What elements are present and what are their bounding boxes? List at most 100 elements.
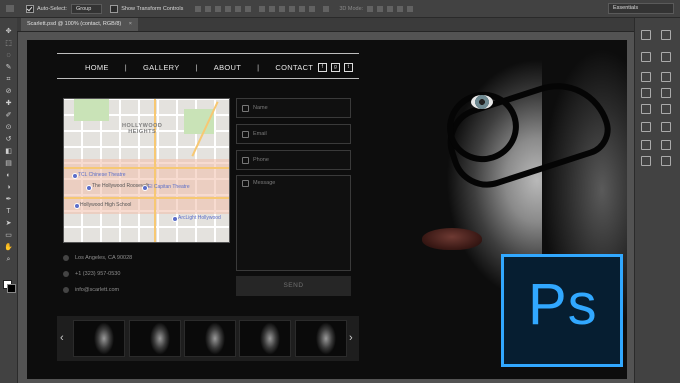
nav-bottom-rule xyxy=(57,78,359,79)
close-icon[interactable]: × xyxy=(129,21,132,27)
rectangle-icon[interactable]: ▭ xyxy=(4,232,13,240)
lasso-icon[interactable]: ◌ xyxy=(4,52,13,60)
nav-about[interactable]: ABOUT xyxy=(214,63,241,72)
gallery-next-icon[interactable]: › xyxy=(349,332,353,344)
eyedropper-icon[interactable]: ⊘ xyxy=(4,88,13,96)
paragraph-panel-icon[interactable] xyxy=(641,88,651,98)
auto-select-checkbox[interactable] xyxy=(26,4,34,13)
move-icon[interactable]: ✥ xyxy=(4,28,13,36)
path-select-icon[interactable]: ➤ xyxy=(4,220,13,228)
align-bottom-icon[interactable] xyxy=(215,5,222,12)
map-road xyxy=(64,197,229,199)
layers-panel-icon[interactable] xyxy=(641,140,651,150)
auto-align-icon[interactable] xyxy=(323,5,330,12)
eraser-icon[interactable]: ◧ xyxy=(4,148,13,156)
3d-rotate-icon[interactable] xyxy=(367,5,374,12)
gradient-icon[interactable]: ▤ xyxy=(4,160,13,168)
character-panel-icon[interactable] xyxy=(641,72,651,82)
align-center-icon[interactable] xyxy=(235,5,242,12)
document-tab-title: Scarlett.psd @ 100% (contact, RGB/8) xyxy=(27,21,122,27)
type-icon[interactable]: T xyxy=(4,208,13,216)
document-canvas[interactable]: HOME | GALLERY | ABOUT | CONTACT f g t H… xyxy=(27,40,627,379)
email-text[interactable]: info@scarlett.com xyxy=(75,287,119,293)
distribute-bottom-icon[interactable] xyxy=(279,5,286,12)
auto-select-group[interactable]: Auto-Select: Group xyxy=(26,3,103,14)
history-brush-icon[interactable]: ↺ xyxy=(4,136,13,144)
gallery-thumbnail[interactable] xyxy=(239,320,291,357)
google-plus-icon[interactable]: g xyxy=(331,62,340,72)
brush-panel-icon[interactable] xyxy=(641,104,651,114)
photoshop-logo: Ps xyxy=(501,254,623,367)
distribute-top-icon[interactable] xyxy=(259,5,266,12)
adjustments-panel-icon[interactable] xyxy=(661,72,671,82)
nav-home[interactable]: HOME xyxy=(85,63,109,72)
distribute-right-icon[interactable] xyxy=(309,5,316,12)
3d-pan-icon[interactable] xyxy=(387,5,394,12)
3d-slide-icon[interactable] xyxy=(397,5,404,12)
send-button[interactable]: SEND xyxy=(236,276,351,296)
clone-stamp-icon[interactable]: ⊙ xyxy=(4,124,13,132)
phone-field[interactable]: Phone xyxy=(236,150,351,170)
libraries-panel-icon[interactable] xyxy=(661,104,671,114)
gallery-thumbnail[interactable] xyxy=(295,320,347,357)
document-tab[interactable]: Scarlett.psd @ 100% (contact, RGB/8) × xyxy=(21,18,138,31)
gallery-thumbnail[interactable] xyxy=(129,320,181,357)
pen-icon[interactable]: ✒ xyxy=(4,196,13,204)
actions-panel-icon[interactable] xyxy=(661,140,671,150)
auto-select-target-dropdown[interactable]: Group xyxy=(70,3,103,14)
healing-brush-icon[interactable]: ✚ xyxy=(4,100,13,108)
history-panel-icon[interactable] xyxy=(641,30,651,40)
message-placeholder: Message xyxy=(253,180,276,186)
nav-separator: | xyxy=(124,62,127,72)
swatches-panel-icon[interactable] xyxy=(661,52,671,62)
twitter-icon[interactable]: t xyxy=(344,62,353,72)
email-row: info@scarlett.com xyxy=(63,287,119,293)
name-placeholder: Name xyxy=(253,105,268,111)
phone-text: +1 (323) 957-0530 xyxy=(75,271,121,277)
3d-mode-label: 3D Mode: xyxy=(339,5,364,12)
zoom-icon[interactable]: ⌕ xyxy=(4,256,13,264)
channels-panel-icon[interactable] xyxy=(641,156,651,166)
move-tool-preset-icon[interactable] xyxy=(6,5,14,12)
align-top-icon[interactable] xyxy=(195,5,202,12)
color-panel-icon[interactable] xyxy=(661,30,671,40)
gallery-prev-icon[interactable]: ‹ xyxy=(60,332,64,344)
dodge-icon[interactable]: ◑ xyxy=(4,184,13,192)
workspace-dropdown[interactable]: Essentials xyxy=(608,3,674,14)
hand-icon[interactable]: ✋ xyxy=(4,244,13,252)
nav-gallery[interactable]: GALLERY xyxy=(143,63,180,72)
distribute-middle-icon[interactable] xyxy=(269,5,276,12)
align-middle-icon[interactable] xyxy=(205,5,212,12)
nav-contact[interactable]: CONTACT xyxy=(275,63,313,72)
align-left-icon[interactable] xyxy=(225,5,232,12)
distribute-left-icon[interactable] xyxy=(289,5,296,12)
map-label: El Capitan Theatre xyxy=(148,184,190,190)
blur-icon[interactable]: ◐ xyxy=(4,172,13,180)
name-field[interactable]: Name xyxy=(236,98,351,118)
distribute-center-icon[interactable] xyxy=(299,5,306,12)
paths-panel-icon[interactable] xyxy=(661,122,671,132)
facebook-icon[interactable]: f xyxy=(318,62,327,72)
brush-icon[interactable]: ✐ xyxy=(4,112,13,120)
show-transform-group[interactable]: Show Transform Controls xyxy=(110,4,183,13)
gallery-thumbnail[interactable] xyxy=(184,320,236,357)
marquee-icon[interactable]: ⬚ xyxy=(4,40,13,48)
3d-roll-icon[interactable] xyxy=(377,5,384,12)
map[interactable]: HOLLYWOOD HEIGHTS TCL Chinese Theatre Th… xyxy=(63,98,230,243)
map-label: TCL Chinese Theatre xyxy=(78,172,126,178)
message-field[interactable]: Message xyxy=(236,175,351,271)
email-field[interactable]: Email xyxy=(236,124,351,144)
properties-panel-icon[interactable] xyxy=(641,52,651,62)
align-right-icon[interactable] xyxy=(245,5,252,12)
crop-icon[interactable]: ⌗ xyxy=(4,76,13,84)
address-row: Los Angeles, CA 90028 xyxy=(63,255,132,261)
background-color-swatch[interactable] xyxy=(7,284,16,293)
3d-scale-icon[interactable] xyxy=(407,5,414,12)
quick-select-icon[interactable]: ✎ xyxy=(4,64,13,72)
styles-panel-icon[interactable] xyxy=(661,88,671,98)
clone-source-panel-icon[interactable] xyxy=(641,122,651,132)
info-panel-icon[interactable] xyxy=(661,156,671,166)
show-transform-checkbox[interactable] xyxy=(110,4,119,13)
gallery-thumbnail[interactable] xyxy=(73,320,125,357)
email-placeholder: Email xyxy=(253,131,267,137)
